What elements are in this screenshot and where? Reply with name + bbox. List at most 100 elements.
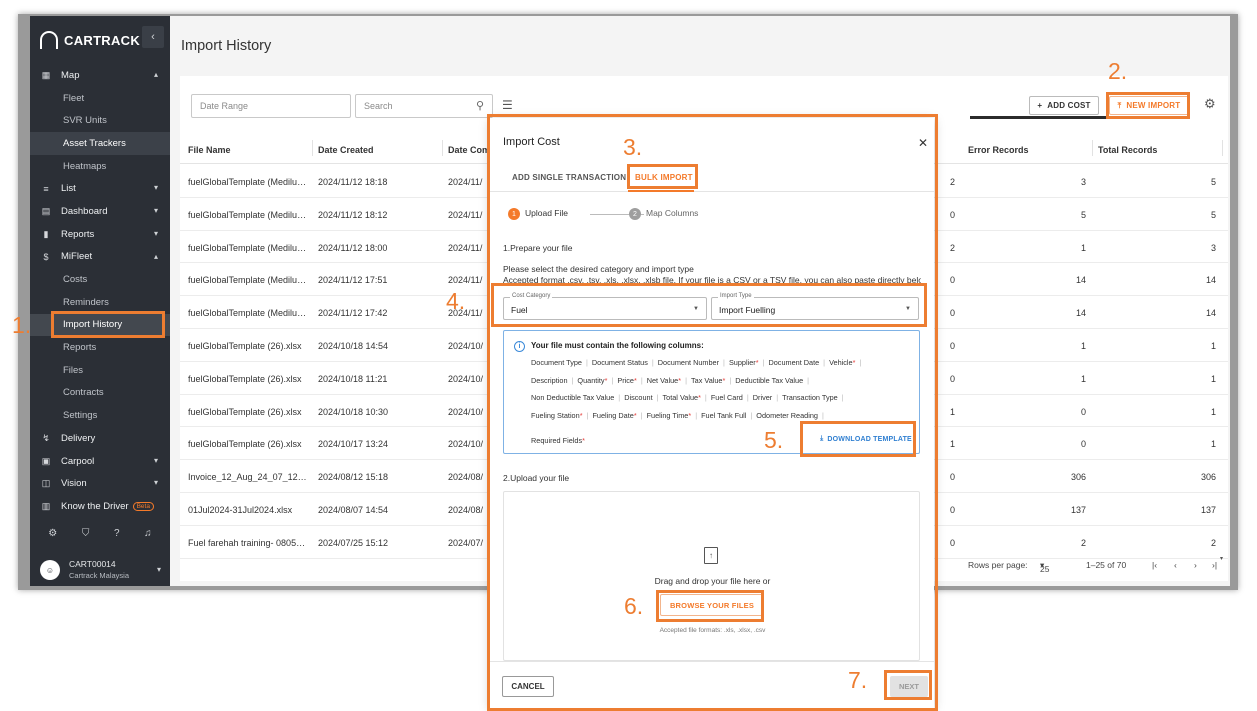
- rows-per-page-select[interactable]: 25 ▾: [1040, 560, 1049, 574]
- sidebar: CARTRACK ‹ ▦ Map ▴ Fleet SVR Units Asset Trac…: [30, 16, 170, 586]
- search-input[interactable]: Search ⚲: [355, 94, 493, 118]
- sidebar-utility-icons: ⚙ ⛉ ? ♫: [30, 528, 170, 550]
- column-separator: |: [618, 393, 621, 402]
- add-cost-label: ADD COST: [1047, 101, 1091, 110]
- carpool-icon: ▣: [41, 455, 51, 466]
- sidebar-item-mifleet[interactable]: $ MiFleet ▴: [30, 246, 170, 269]
- sidebar-item-files[interactable]: Files: [30, 359, 170, 382]
- tab-add-single-transaction[interactable]: ADD SINGLE TRANSACTION: [512, 173, 626, 182]
- cell-errors: 0: [950, 472, 956, 483]
- cell-ok: 1: [1080, 340, 1086, 351]
- required-column: Discount: [624, 393, 653, 402]
- notification-bell-icon[interactable]: ♫: [144, 528, 152, 550]
- column-separator: |: [586, 410, 589, 420]
- sidebar-item-delivery[interactable]: ↯ Delivery: [30, 427, 170, 450]
- help-icon[interactable]: ?: [114, 528, 120, 550]
- sidebar-item-fleet[interactable]: Fleet: [30, 87, 170, 110]
- dashboard-icon: ▤: [41, 205, 51, 216]
- sidebar-item-asset-trackers[interactable]: Asset Trackers: [30, 132, 170, 155]
- required-column: Fueling Station: [531, 410, 580, 420]
- cell-created: 2024/10/18 10:30: [318, 406, 389, 417]
- required-columns-info: i Your file must contain the following c…: [503, 330, 920, 454]
- table-settings-gear-icon[interactable]: ⚙: [1204, 96, 1216, 112]
- sidebar-item-import-history[interactable]: Import History: [30, 313, 170, 337]
- sidebar-item-reports[interactable]: Reports: [30, 336, 170, 359]
- date-range-input[interactable]: Date Range: [191, 94, 351, 118]
- last-page-icon[interactable]: ›|: [1212, 560, 1217, 570]
- cell-total: 1: [1210, 439, 1216, 450]
- sidebar-item-label: Carpool: [61, 455, 95, 467]
- column-separator: |: [746, 393, 749, 402]
- sidebar-item-map[interactable]: ▦ Map ▴: [30, 64, 170, 87]
- first-page-icon[interactable]: |‹: [1152, 560, 1157, 570]
- cancel-button[interactable]: CANCEL: [502, 676, 554, 697]
- columns-line: Document Type | Document Status | Document N…: [531, 358, 865, 367]
- cell-file: fuelGlobalTemplate (26).xlsx: [188, 406, 302, 417]
- filter-icon[interactable]: ☰: [502, 98, 513, 112]
- chevron-down-icon: ▼: [905, 306, 911, 312]
- sidebar-item-contracts[interactable]: Contracts: [30, 382, 170, 405]
- required-column: Price: [617, 375, 634, 385]
- cell-completed: 2024/10/: [448, 373, 484, 384]
- cell-completed: 2024/10/: [448, 439, 484, 450]
- accepted-formats: Accepted file formats: .xls, .xlsx, .csv: [659, 627, 766, 634]
- import-type-select[interactable]: Import Type Import Fuelling ▼: [711, 293, 919, 320]
- next-page-icon[interactable]: ›: [1194, 560, 1197, 570]
- required-column: Total Value: [662, 393, 699, 402]
- download-template-button[interactable]: ⤓ DOWNLOAD TEMPLATE: [818, 429, 914, 449]
- cell-ok: 1: [1080, 373, 1086, 384]
- header-divider: [442, 140, 443, 156]
- add-cost-button[interactable]: + ADD COST: [1029, 96, 1099, 115]
- chevron-down-icon: ▾: [153, 478, 158, 488]
- column-separator: |: [571, 375, 574, 385]
- sidebar-collapse-button[interactable]: ‹: [142, 26, 164, 48]
- sidebar-item-vision[interactable]: ◫ Vision ▾: [30, 472, 170, 495]
- delivery-icon: ↯: [42, 432, 50, 443]
- new-import-button[interactable]: ⤒ NEW IMPORT: [1109, 96, 1189, 115]
- chevron-down-icon: ▾: [153, 228, 158, 238]
- map-icon: ▦: [41, 69, 51, 80]
- user-menu[interactable]: ☺ CART00014 Cartrack Malaysia ▾: [40, 556, 165, 584]
- close-icon[interactable]: ✕: [918, 136, 928, 150]
- cell-total: 1: [1210, 373, 1216, 384]
- sidebar-item-label: Costs: [63, 274, 88, 286]
- header-date-completed[interactable]: Date Com: [448, 145, 490, 155]
- column-separator: |: [841, 393, 844, 402]
- cell-ok: 137: [1070, 504, 1086, 515]
- cell-created: 2024/07/25 15:12: [318, 537, 389, 548]
- required-column: Document Number: [657, 358, 720, 367]
- browse-files-button[interactable]: BROWSE YOUR FILES: [660, 594, 764, 616]
- tab-bulk-import[interactable]: BULK IMPORT: [635, 173, 693, 182]
- cost-category-select[interactable]: Cost Category Fuel ▼: [503, 293, 707, 320]
- sidebar-item-costs[interactable]: Costs: [30, 268, 170, 291]
- cell-ok: 14: [1075, 275, 1086, 286]
- header-error-records[interactable]: Error Records: [968, 145, 1029, 155]
- annotation-number-7: 7.: [848, 667, 868, 693]
- prev-page-icon[interactable]: ‹: [1174, 560, 1177, 570]
- sidebar-item-know-the-driver[interactable]: ▥ Know the Driver Beta: [30, 495, 170, 518]
- file-dropzone[interactable]: ↑ Drag and drop your file here or BROWSE…: [503, 491, 920, 661]
- shield-icon[interactable]: ⛉: [82, 528, 90, 550]
- sidebar-item-svr-units[interactable]: SVR Units: [30, 109, 170, 132]
- required-column: Driver: [752, 393, 773, 402]
- sidebar-item-list[interactable]: ≡ List ▾: [30, 177, 170, 200]
- brand[interactable]: CARTRACK: [40, 28, 140, 52]
- header-total-records[interactable]: Total Records: [1098, 145, 1157, 155]
- step-2-label: Map Columns: [646, 208, 699, 218]
- sidebar-item-settings[interactable]: Settings: [30, 404, 170, 427]
- sidebar-item-reports[interactable]: ▮ Reports ▾: [30, 223, 170, 246]
- sidebar-item-heatmaps[interactable]: Heatmaps: [30, 155, 170, 178]
- sidebar-item-reminders[interactable]: Reminders: [30, 291, 170, 314]
- cell-ok: 0: [1080, 406, 1086, 417]
- required-asterisk: *: [604, 375, 608, 385]
- required-asterisk: *: [579, 410, 583, 420]
- sidebar-item-carpool[interactable]: ▣ Carpool ▾: [30, 450, 170, 473]
- settings-gear-icon[interactable]: ⚙: [48, 528, 57, 550]
- sidebar-item-dashboard[interactable]: ▤ Dashboard ▾: [30, 200, 170, 223]
- user-text: CART00014 Cartrack Malaysia: [69, 558, 129, 582]
- cell-file: 01Jul2024-31Jul2024.xlsx: [188, 504, 293, 515]
- annotation-number-4: 4.: [446, 288, 466, 314]
- header-date-created[interactable]: Date Created: [318, 145, 374, 155]
- header-file-name[interactable]: File Name: [188, 145, 231, 155]
- next-button[interactable]: NEXT: [890, 676, 928, 697]
